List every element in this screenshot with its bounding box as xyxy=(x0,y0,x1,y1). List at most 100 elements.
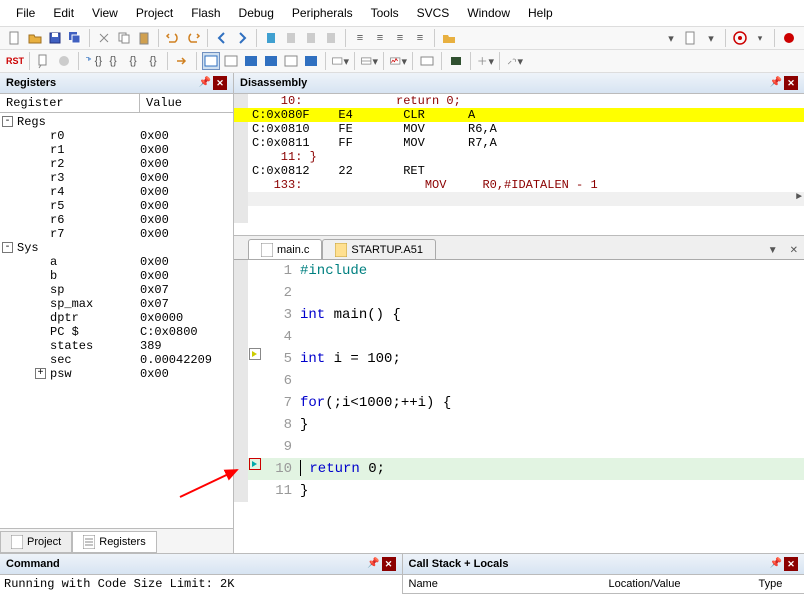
code-line[interactable]: 8 } xyxy=(234,414,804,436)
bookmark-next-icon[interactable] xyxy=(302,29,320,47)
save-icon[interactable] xyxy=(46,29,64,47)
register-row[interactable]: dptr0x0000 xyxy=(0,311,233,325)
register-row[interactable]: states389 xyxy=(0,339,233,353)
undo-icon[interactable] xyxy=(164,29,182,47)
code-line[interactable]: 3int main() { xyxy=(234,304,804,326)
config-icon[interactable]: ▾ xyxy=(662,29,680,47)
menu-window[interactable]: Window xyxy=(459,4,518,22)
open-icon[interactable] xyxy=(26,29,44,47)
toggle-c-icon[interactable] xyxy=(262,52,280,70)
save-all-icon[interactable] xyxy=(66,29,84,47)
step-icon[interactable]: {} xyxy=(144,52,162,70)
doc-icon[interactable] xyxy=(682,29,700,47)
analyzer-icon[interactable]: ▾ xyxy=(389,52,407,70)
register-row[interactable]: r40x00 xyxy=(0,185,233,199)
pin-icon[interactable]: 📌 xyxy=(368,557,380,569)
run-icon[interactable] xyxy=(35,52,53,70)
disasm-line[interactable]: C:0x0811 FF MOV R7,A xyxy=(234,136,804,150)
register-row[interactable]: r00x00 xyxy=(0,129,233,143)
pin-icon[interactable]: 📌 xyxy=(770,76,782,88)
tools-icon[interactable]: ▾ xyxy=(505,52,523,70)
watch-icon[interactable]: ▾ xyxy=(331,52,349,70)
menu-peripherals[interactable]: Peripherals xyxy=(284,4,361,22)
reset-icon[interactable]: RST xyxy=(6,52,24,70)
code-editor[interactable]: 1#include23int main() {45 int i = 100;67… xyxy=(234,259,804,553)
stop-icon[interactable] xyxy=(55,52,73,70)
menu-file[interactable]: File xyxy=(8,4,43,22)
register-row[interactable]: r70x00 xyxy=(0,227,233,241)
code-line[interactable]: 10 return 0; xyxy=(234,458,804,480)
menu-help[interactable]: Help xyxy=(520,4,561,22)
register-row[interactable]: b0x00 xyxy=(0,269,233,283)
misc-a-icon[interactable] xyxy=(447,52,465,70)
toggle-window-icon[interactable] xyxy=(202,52,220,70)
register-row[interactable]: a0x00 xyxy=(0,255,233,269)
settings-icon[interactable]: ▾ xyxy=(702,29,720,47)
menu-svcs[interactable]: SVCS xyxy=(409,4,458,22)
bookmark-clear-icon[interactable] xyxy=(322,29,340,47)
close-icon[interactable]: ✕ xyxy=(213,76,227,90)
registers-tree[interactable]: -Regs r00x00r10x00r20x00r30x00r40x00r50x… xyxy=(0,113,233,528)
tab-main-c[interactable]: main.c xyxy=(248,239,322,260)
dropdown-icon[interactable]: ▾ xyxy=(751,29,769,47)
register-row[interactable]: r10x00 xyxy=(0,143,233,157)
command-output[interactable]: Running with Code Size Limit: 2K xyxy=(0,575,402,593)
disasm-line[interactable]: C:0x080F E4 CLR A xyxy=(234,108,804,122)
code-line[interactable]: 5 int i = 100; xyxy=(234,348,804,370)
find-icon[interactable] xyxy=(440,29,458,47)
debug-icon[interactable] xyxy=(731,29,749,47)
disasm-line[interactable]: 11: } xyxy=(234,150,804,164)
toggle-b-icon[interactable] xyxy=(242,52,260,70)
disasm-line[interactable]: 10: return 0; xyxy=(234,94,804,108)
step-into-icon[interactable]: {} xyxy=(84,52,102,70)
register-row[interactable]: PC $C:0x0800 xyxy=(0,325,233,339)
pin-icon[interactable]: 📌 xyxy=(199,76,211,88)
nav-back-icon[interactable] xyxy=(213,29,231,47)
col-type[interactable]: Type xyxy=(753,575,789,593)
tab-startup[interactable]: STARTUP.A51 xyxy=(322,239,436,260)
register-col[interactable]: Register xyxy=(0,94,140,112)
menu-debug[interactable]: Debug xyxy=(231,4,282,22)
step-out-icon[interactable]: {} xyxy=(124,52,142,70)
pin-icon[interactable]: 📌 xyxy=(770,557,782,569)
col-location[interactable]: Location/Value xyxy=(603,575,753,593)
regs-group[interactable]: -Regs xyxy=(0,115,233,129)
tab-dropdown-icon[interactable]: ▼ xyxy=(762,242,784,259)
nav-fwd-icon[interactable] xyxy=(233,29,251,47)
register-row[interactable]: r60x00 xyxy=(0,213,233,227)
toggle-d-icon[interactable] xyxy=(282,52,300,70)
disassembly-view[interactable]: 10: return 0;C:0x080F E4 CLR AC:0x0810 F… xyxy=(234,94,804,236)
register-row[interactable]: r30x00 xyxy=(0,171,233,185)
cut-icon[interactable] xyxy=(95,29,113,47)
menu-edit[interactable]: Edit xyxy=(45,4,82,22)
bookmark-icon[interactable] xyxy=(262,29,280,47)
record-icon[interactable] xyxy=(780,29,798,47)
close-icon[interactable]: ✕ xyxy=(784,557,798,571)
close-icon[interactable]: ✕ xyxy=(382,557,396,571)
scroll-right-icon[interactable]: ► xyxy=(796,192,802,206)
register-row[interactable]: sp_max0x07 xyxy=(0,297,233,311)
new-file-icon[interactable] xyxy=(6,29,24,47)
code-line[interactable]: 11} xyxy=(234,480,804,502)
code-line[interactable]: 4 xyxy=(234,326,804,348)
tab-registers[interactable]: Registers xyxy=(72,531,156,553)
trace-icon[interactable] xyxy=(418,52,436,70)
menu-project[interactable]: Project xyxy=(128,4,181,22)
memory-icon[interactable]: ▾ xyxy=(360,52,378,70)
redo-icon[interactable] xyxy=(184,29,202,47)
code-line[interactable]: 1#include xyxy=(234,260,804,282)
code-line[interactable]: 9 xyxy=(234,436,804,458)
toggle-a-icon[interactable] xyxy=(222,52,240,70)
register-row[interactable]: sec0.00042209 xyxy=(0,353,233,367)
sys-group[interactable]: -Sys xyxy=(0,241,233,255)
uncomment-icon[interactable]: ≡ xyxy=(411,29,429,47)
value-col[interactable]: Value xyxy=(140,94,188,112)
col-name[interactable]: Name xyxy=(403,575,603,593)
indent-icon[interactable]: ≡ xyxy=(351,29,369,47)
code-line[interactable]: 7 for(;i<1000;++i) { xyxy=(234,392,804,414)
toggle-e-icon[interactable] xyxy=(302,52,320,70)
paste-icon[interactable] xyxy=(135,29,153,47)
misc-b-icon[interactable]: ▾ xyxy=(476,52,494,70)
register-row[interactable]: r50x00 xyxy=(0,199,233,213)
run-to-icon[interactable] xyxy=(173,52,191,70)
